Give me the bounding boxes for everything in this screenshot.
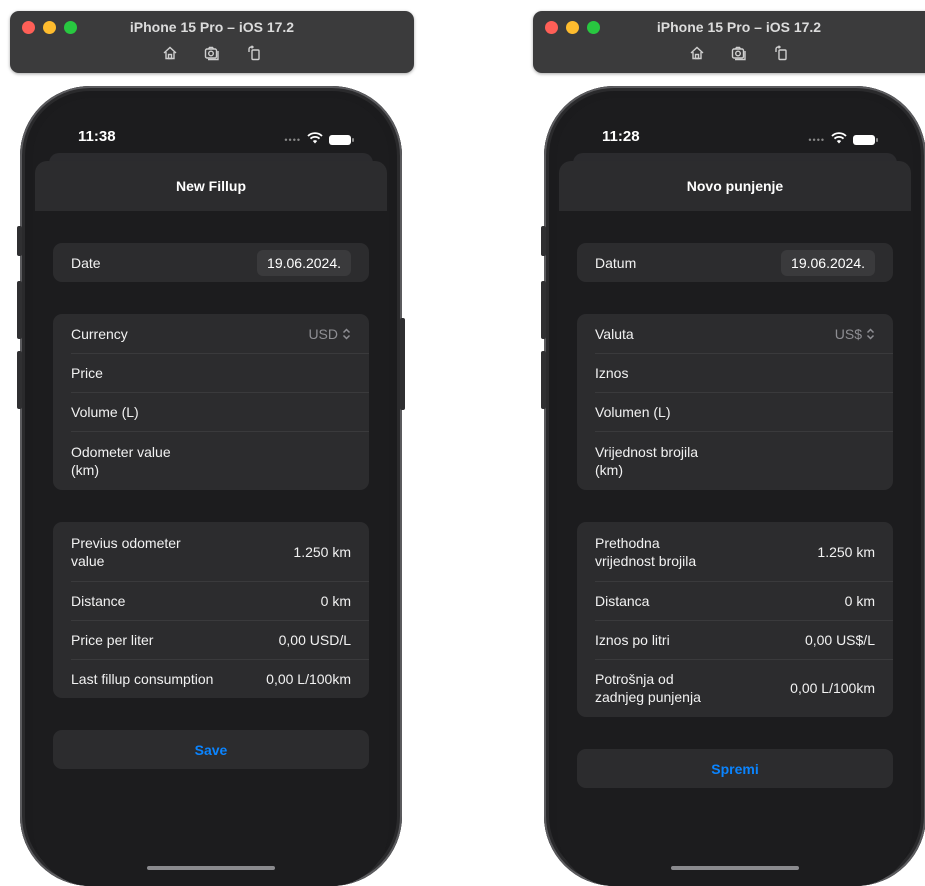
date-group: Date 19.06.2024. [53, 243, 369, 282]
home-icon[interactable] [162, 45, 178, 66]
home-icon[interactable] [689, 45, 705, 66]
home-indicator[interactable] [147, 866, 275, 870]
price-label: Iznos [595, 364, 629, 381]
stats-group: Previus odometer value 1.250 km Distance… [53, 522, 369, 698]
screenshot-icon[interactable] [204, 45, 220, 66]
currency-picker[interactable]: USD [308, 326, 351, 342]
previous-odometer-row: Previus odometer value 1.250 km [53, 522, 369, 581]
distance-row: Distanca 0 km [577, 581, 893, 620]
save-button[interactable]: Save [53, 730, 369, 769]
consumption-row: Last fillup consumption 0,00 L/100km [53, 659, 369, 698]
date-label: Date [71, 254, 101, 271]
price-label: Price [71, 364, 103, 381]
date-picker[interactable]: 19.06.2024. [257, 249, 351, 276]
phone-screen: 11:28 •••• Novo punjenje Datum 19.06.202… [557, 98, 913, 886]
chevron-updown-icon [342, 327, 351, 340]
consumption-row: Potrošnja od zadnjeg punjenja 0,00 L/100… [577, 659, 893, 717]
rotate-icon[interactable] [773, 45, 789, 66]
date-picker[interactable]: 19.06.2024. [781, 249, 875, 276]
save-button[interactable]: Spremi [577, 749, 893, 788]
price-per-liter-row: Price per liter 0,00 USD/L [53, 620, 369, 659]
battery-icon [853, 135, 878, 145]
distance-label: Distance [71, 592, 126, 609]
nav-title: New Fillup [35, 161, 387, 211]
currency-value: US$ [834, 325, 862, 342]
volume-field[interactable]: Volumen (L) [577, 392, 893, 431]
price-field[interactable]: Price [53, 353, 369, 392]
chevron-updown-icon [866, 327, 875, 340]
input-group: Currency USD Price Volume (L) Odometer v… [53, 314, 369, 490]
simulator-title: iPhone 15 Pro – iOS 17.2 [129, 19, 295, 35]
price-per-liter-label: Price per liter [71, 631, 154, 648]
consumption-value: 0,00 L/100km [266, 670, 351, 687]
date-label: Datum [595, 254, 637, 271]
nav-title: Novo punjenje [559, 161, 911, 211]
consumption-label: Last fillup consumption [71, 670, 214, 687]
rotate-icon[interactable] [246, 45, 262, 66]
odometer-field[interactable]: Vrijednost brojila (km) [577, 431, 893, 490]
simulator-title: iPhone 15 Pro – iOS 17.2 [656, 19, 822, 35]
simulator-window-right: iPhone 15 Pro – iOS 17.2 11:28 •••• Novo… [523, 0, 925, 886]
previous-odometer-row: Prethodna vrijednost brojila 1.250 km [577, 522, 893, 581]
new-fillup-sheet: Novo punjenje Datum 19.06.2024. Valuta U… [559, 161, 911, 886]
input-group: Valuta US$ Iznos Volumen (L) Vrijednost … [577, 314, 893, 490]
currency-row[interactable]: Valuta US$ [577, 314, 893, 353]
volume-label: Volumen (L) [595, 403, 671, 420]
distance-value: 0 km [320, 592, 351, 609]
home-indicator[interactable] [671, 866, 799, 870]
iphone-frame: 11:38 •••• New Fillup Date 19.06.2024. C… [17, 86, 405, 886]
battery-icon [329, 135, 354, 145]
volume-label: Volume (L) [71, 403, 139, 420]
phone-screen: 11:38 •••• New Fillup Date 19.06.2024. C… [33, 98, 389, 886]
wifi-icon [307, 131, 323, 149]
currency-row[interactable]: Currency USD [53, 314, 369, 353]
price-per-liter-label: Iznos po litri [595, 631, 670, 648]
simulator-titlebar: iPhone 15 Pro – iOS 17.2 [533, 11, 925, 73]
odometer-label-line1: Odometer value [71, 443, 171, 460]
price-per-liter-value: 0,00 USD/L [278, 631, 351, 648]
status-time: 11:28 [602, 128, 640, 145]
date-row: Date 19.06.2024. [53, 243, 369, 282]
consumption-label-line2: zadnjeg punjenja [595, 689, 701, 705]
price-per-liter-value: 0,00 US$/L [804, 631, 875, 648]
prev-odometer-value: 1.250 km [293, 543, 351, 560]
odometer-label-line1: Vrijednost brojila [595, 443, 698, 460]
currency-value: USD [308, 325, 338, 342]
prev-odometer-value: 1.250 km [817, 543, 875, 560]
volume-field[interactable]: Volume (L) [53, 392, 369, 431]
simulator-window-left: iPhone 15 Pro – iOS 17.2 11:38 •••• New … [0, 0, 420, 886]
prev-odometer-label-line1: Prethodna [595, 534, 660, 551]
consumption-value: 0,00 L/100km [790, 680, 875, 696]
prev-odometer-label-line1: Previus odometer [71, 534, 181, 551]
status-time: 11:38 [78, 128, 116, 145]
distance-value: 0 km [844, 592, 875, 609]
consumption-label-line1: Potrošnja od [595, 671, 674, 687]
prev-odometer-label-line2: value [71, 552, 105, 569]
distance-row: Distance 0 km [53, 581, 369, 620]
odometer-label-line2: (km) [71, 461, 99, 478]
status-indicators: •••• [284, 131, 354, 149]
currency-picker[interactable]: US$ [835, 326, 875, 342]
distance-label: Distanca [595, 592, 650, 609]
price-per-liter-row: Iznos po litri 0,00 US$/L [577, 620, 893, 659]
wifi-icon [831, 131, 847, 149]
date-group: Datum 19.06.2024. [577, 243, 893, 282]
prev-odometer-label-line2: vrijednost brojila [595, 552, 697, 569]
new-fillup-sheet: New Fillup Date 19.06.2024. Currency USD [35, 161, 387, 886]
status-indicators: •••• [808, 131, 878, 149]
date-row: Datum 19.06.2024. [577, 243, 893, 282]
price-field[interactable]: Iznos [577, 353, 893, 392]
simulator-titlebar: iPhone 15 Pro – iOS 17.2 [10, 11, 414, 73]
odometer-field[interactable]: Odometer value (km) [53, 431, 369, 490]
odometer-label-line2: (km) [595, 461, 623, 478]
stats-group: Prethodna vrijednost brojila 1.250 km Di… [577, 522, 893, 717]
currency-label: Currency [71, 325, 128, 342]
currency-label: Valuta [595, 325, 634, 342]
screenshot-icon[interactable] [731, 45, 747, 66]
iphone-frame: 11:28 •••• Novo punjenje Datum 19.06.202… [541, 86, 925, 886]
